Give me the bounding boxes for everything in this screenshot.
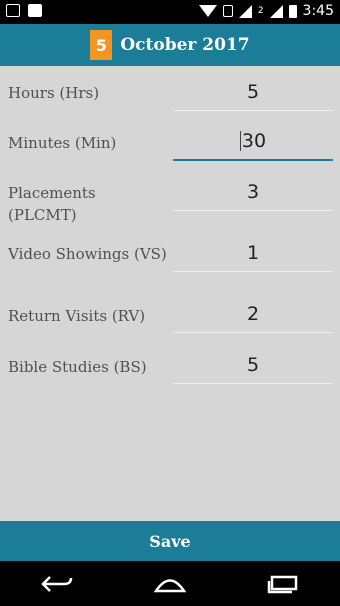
placements-label: Placements (PLCMT) xyxy=(8,184,96,224)
return-visits-label: Return Visits (RV) xyxy=(8,307,146,325)
bible-studies-label: Bible Studies (BS) xyxy=(8,358,147,376)
video-showings-label: Video Showings (VS) xyxy=(8,245,167,263)
sim-icon xyxy=(222,5,233,17)
wifi-icon xyxy=(198,5,217,17)
minutes-input[interactable]: 30 xyxy=(173,123,333,161)
save-button[interactable]: Save xyxy=(0,521,340,561)
placements-input[interactable]: 3 xyxy=(173,174,333,211)
app-header: 5 October 2017 xyxy=(0,24,340,66)
back-arrow-icon xyxy=(40,575,72,592)
status-bar: 2 3:45 xyxy=(0,0,340,24)
hours-label: Hours (Hrs) xyxy=(8,84,100,102)
month-title[interactable]: October 2017 xyxy=(120,35,249,55)
recents-button[interactable] xyxy=(263,569,303,599)
bible-studies-input[interactable]: 5 xyxy=(173,347,333,384)
message-notification-icon xyxy=(6,4,20,17)
hours-input[interactable]: 5 xyxy=(173,74,333,111)
home-icon xyxy=(153,578,187,592)
video-showings-input[interactable]: 1 xyxy=(173,235,333,272)
home-button[interactable] xyxy=(150,569,190,599)
app-notification-icon xyxy=(28,4,42,17)
minutes-value: 30 xyxy=(241,130,267,152)
signal-icon xyxy=(238,4,252,18)
clock: 3:45 xyxy=(302,3,334,19)
sim-slot-label: 2 xyxy=(257,6,264,16)
minutes-label: Minutes (Min) xyxy=(8,134,117,152)
text-caret xyxy=(239,131,241,151)
system-nav-bar xyxy=(0,561,340,606)
recents-icon xyxy=(268,575,298,593)
battery-icon xyxy=(288,4,297,18)
return-visits-input[interactable]: 2 xyxy=(173,296,333,333)
back-button[interactable] xyxy=(37,569,77,599)
day-badge[interactable]: 5 xyxy=(90,30,113,60)
signal-icon-2 xyxy=(269,4,283,18)
